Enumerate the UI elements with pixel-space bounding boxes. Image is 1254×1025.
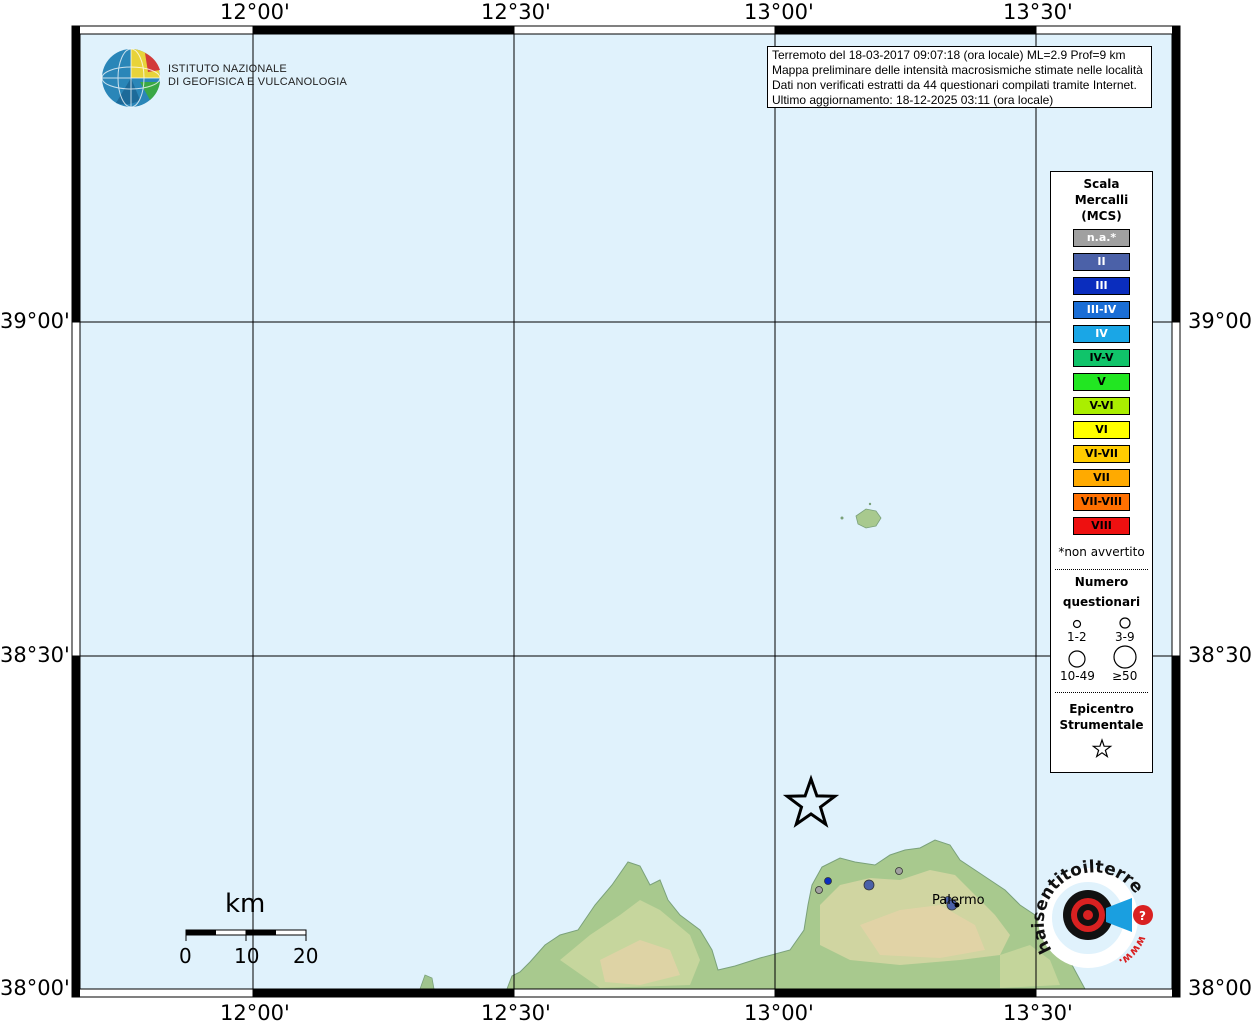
count-label-3: 10-49 <box>1060 669 1095 683</box>
legend-title-3: (MCS) <box>1081 209 1122 223</box>
mcs-level-5: IV-V <box>1073 349 1130 367</box>
institute-name: ISTITUTO NAZIONALE DI GEOFISICA E VULCAN… <box>168 63 347 89</box>
lat-label-right-1: 39°00' <box>1188 309 1254 333</box>
epicenter-title-1: Epicentro <box>1069 702 1134 716</box>
institute-line-1: ISTITUTO NAZIONALE <box>168 63 287 75</box>
epicenter-title-2: Strumentale <box>1059 718 1144 732</box>
count-circle-1-2 <box>1072 619 1082 629</box>
legend-note: *non avvertito <box>1058 545 1145 559</box>
legend-title-2: Mercalli <box>1074 193 1129 207</box>
scale-tick-10: 10 <box>234 944 260 968</box>
observation-marker[interactable] <box>824 877 832 885</box>
lon-label-top-2: 12°30' <box>481 0 551 24</box>
mcs-level-0: n.a.* <box>1073 229 1130 247</box>
lon-label-bottom-2: 12°30' <box>481 1001 551 1025</box>
lon-label-top-1: 12°00' <box>220 0 290 24</box>
lon-label-bottom-3: 13°00' <box>744 1001 814 1025</box>
mcs-level-9: VI-VII <box>1073 445 1130 463</box>
legend-separator-2 <box>1055 692 1148 693</box>
count-circle-50 <box>1113 645 1137 669</box>
mcs-level-8: VI <box>1073 421 1130 439</box>
count-circle-10-49 <box>1068 650 1086 668</box>
event-info-box: Terremoto del 18-03-2017 09:07:18 (ora l… <box>767 46 1152 108</box>
lon-label-top-4: 13°30' <box>1003 0 1073 24</box>
lon-label-bottom-1: 12°00' <box>220 1001 290 1025</box>
lon-label-bottom-4: 13°30' <box>1003 1001 1073 1025</box>
lat-label-right-3: 38°00' <box>1188 976 1254 1000</box>
count-title-1: Numero <box>1074 575 1129 589</box>
info-line-1: Terremoto del 18-03-2017 09:07:18 (ora l… <box>772 48 1126 62</box>
svg-text:?: ? <box>1139 909 1146 923</box>
scale-tick-20: 20 <box>293 944 319 968</box>
observation-marker[interactable] <box>863 879 875 891</box>
mcs-level-4: IV <box>1073 325 1130 343</box>
legend-title-1: Scala <box>1083 177 1120 191</box>
mcs-level-12: VIII <box>1073 517 1130 535</box>
sea-area <box>80 34 1172 989</box>
lat-label-left-2: 38°30' <box>0 643 70 667</box>
mcs-level-7: V-VI <box>1073 397 1130 415</box>
lat-label-left-3: 38°00' <box>0 976 70 1000</box>
mcs-level-10: VII <box>1073 469 1130 487</box>
lat-label-left-1: 39°00' <box>0 309 70 333</box>
observation-marker[interactable] <box>895 867 903 875</box>
ingv-logo-globe-icon <box>101 48 161 108</box>
institute-line-2: DI GEOFISICA E VULCANOLOGIA <box>168 76 347 88</box>
count-label-1: 1-2 <box>1067 630 1087 644</box>
mcs-level-11: VII-VIII <box>1073 493 1130 511</box>
mcs-level-6: V <box>1073 373 1130 391</box>
info-line-4: Ultimo aggiornamento: 18-12-2025 03:11 (… <box>772 93 1054 107</box>
scale-tick-0: 0 <box>179 944 192 968</box>
legend-star-icon <box>1091 738 1113 758</box>
lon-label-top-3: 13°00' <box>744 0 814 24</box>
lat-label-right-2: 38°30' <box>1188 643 1254 667</box>
mcs-level-2: III <box>1073 277 1130 295</box>
city-label-palermo: Palermo <box>932 893 985 908</box>
count-title-2: questionari <box>1062 595 1141 609</box>
info-line-3: Dati non verificati estratti da 44 quest… <box>772 78 1137 92</box>
mcs-level-3: III-IV <box>1073 301 1130 319</box>
intensity-legend: Scala Mercalli (MCS) n.a.* II III III-IV IV I… <box>1050 171 1153 773</box>
count-circle-3-9 <box>1119 617 1131 629</box>
scale-unit-label: km <box>225 889 266 919</box>
count-label-4: ≥50 <box>1112 669 1138 683</box>
mcs-level-1: II <box>1073 253 1130 271</box>
legend-separator-1 <box>1055 569 1148 570</box>
count-label-2: 3-9 <box>1115 630 1135 644</box>
info-line-2: Mappa preliminare delle intensità macros… <box>772 63 1143 77</box>
observation-marker[interactable] <box>815 886 823 894</box>
